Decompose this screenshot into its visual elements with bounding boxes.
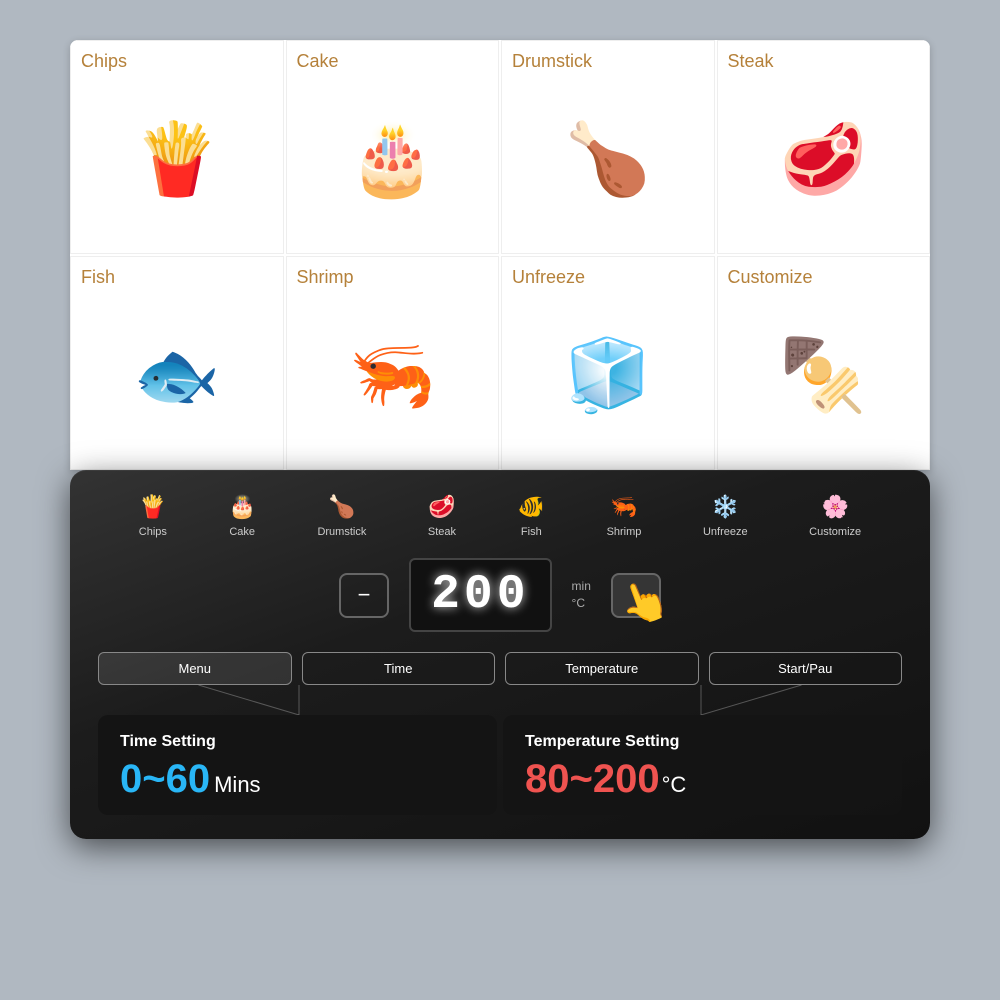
drumstick-image: 🍗 [512,76,704,243]
temp-suffix: °C [662,772,687,797]
shrimp-image: 🦐 [297,292,489,459]
steak-preset-label: Steak [428,526,456,538]
preset-cake[interactable]: 🎂 Cake [228,494,255,538]
steak-image: 🥩 [728,76,920,243]
food-cell-steak[interactable]: Steak 🥩 [717,40,931,254]
cake-emoji: 🎂 [349,119,436,201]
start-pause-button[interactable]: Start/Pau [709,652,903,685]
steak-preset-icon: 🥩 [428,494,455,520]
temperature-setting-panel: Temperature Setting 80~200°C [503,715,902,815]
fish-image: 🐟 [81,292,273,459]
cake-image: 🎂 [297,76,489,243]
shrimp-preset-icon: 🦐 [610,494,637,520]
food-cell-shrimp[interactable]: Shrimp 🦐 [286,256,500,470]
fish-preset-label: Fish [521,526,542,538]
time-setting-value: 0~60Mins [120,757,475,801]
temperature-setting-value: 80~200°C [525,757,880,801]
customize-preset-label: Customize [809,526,861,538]
fish-preset-icon: 🐠 [518,494,545,520]
preset-unfreeze[interactable]: ❄️ Unfreeze [703,494,748,538]
presets-row: 🍟 Chips 🎂 Cake 🍗 Drumstick 🥩 Steak 🐠 Fis… [98,494,902,538]
device-body: 🍟 Chips 🎂 Cake 🍗 Drumstick 🥩 Steak 🐠 Fis… [70,470,930,839]
customize-image: 🍢 [728,292,920,459]
chips-label: Chips [81,51,273,72]
main-container: Chips 🍟 Cake 🎂 Drumstick 🍗 Steak 🥩 Fis [70,40,930,960]
chips-preset-icon: 🍟 [139,494,166,520]
unfreeze-label: Unfreeze [512,267,704,288]
temperature-display: 200 [409,558,551,632]
preset-shrimp[interactable]: 🦐 Shrimp [607,494,642,538]
menu-button[interactable]: Menu [98,652,292,685]
unfreeze-image: 🧊 [512,292,704,459]
unit-labels: min °C [572,578,591,612]
steak-emoji: 🥩 [780,119,867,201]
drumstick-preset-icon: 🍗 [328,494,355,520]
steak-label: Steak [728,51,920,72]
unit-min: min [572,578,591,595]
unit-deg: °C [572,595,591,612]
time-button[interactable]: Time [302,652,496,685]
preset-drumstick[interactable]: 🍗 Drumstick [317,494,366,538]
time-suffix: Mins [214,772,260,797]
drumstick-emoji: 🍗 [564,119,651,201]
food-cell-customize[interactable]: Customize 🍢 [717,256,931,470]
unfreeze-emoji: 🧊 [564,335,651,417]
food-cell-fish[interactable]: Fish 🐟 [70,256,284,470]
temperature-setting-title: Temperature Setting [525,733,880,751]
temperature-button[interactable]: Temperature [505,652,699,685]
preset-fish[interactable]: 🐠 Fish [518,494,545,538]
plus-button[interactable]: 👆 [611,573,661,618]
minus-button[interactable]: − [339,573,389,618]
shrimp-label: Shrimp [297,267,489,288]
chips-preset-label: Chips [139,526,167,538]
temp-value-text: 80~200 [525,757,660,801]
finger-touch-icon: 👆 [613,571,676,632]
time-value-text: 0~60 [120,757,210,801]
time-setting-title: Time Setting [120,733,475,751]
unfreeze-preset-label: Unfreeze [703,526,748,538]
food-cell-drumstick[interactable]: Drumstick 🍗 [501,40,715,254]
preset-customize[interactable]: 🌸 Customize [809,494,861,538]
display-row: − 200 min °C 👆 [98,558,902,632]
shrimp-preset-label: Shrimp [607,526,642,538]
cake-preset-icon: 🎂 [228,494,255,520]
cake-label: Cake [297,51,489,72]
connector-svg [98,685,902,715]
food-cell-chips[interactable]: Chips 🍟 [70,40,284,254]
cake-preset-label: Cake [229,526,255,538]
fish-label: Fish [81,267,273,288]
food-grid-panel: Chips 🍟 Cake 🎂 Drumstick 🍗 Steak 🥩 Fis [70,40,930,470]
chips-image: 🍟 [81,76,273,243]
time-setting-panel: Time Setting 0~60Mins [98,715,497,815]
drumstick-label: Drumstick [512,51,704,72]
chips-emoji: 🍟 [133,119,220,201]
food-cell-cake[interactable]: Cake 🎂 [286,40,500,254]
preset-chips[interactable]: 🍟 Chips [139,494,167,538]
info-panels-wrapper: Time Setting 0~60Mins Temperature Settin… [98,715,902,815]
customize-emoji: 🍢 [780,335,867,417]
preset-steak[interactable]: 🥩 Steak [428,494,456,538]
food-cell-unfreeze[interactable]: Unfreeze 🧊 [501,256,715,470]
shrimp-emoji: 🦐 [349,335,436,417]
unfreeze-preset-icon: ❄️ [712,494,739,520]
drumstick-preset-label: Drumstick [317,526,366,538]
fish-emoji: 🐟 [133,335,220,417]
customize-preset-icon: 🌸 [821,494,848,520]
connector-lines [98,685,902,715]
control-buttons-row: Menu Time Temperature Start/Pau [98,652,902,685]
customize-label: Customize [728,267,920,288]
